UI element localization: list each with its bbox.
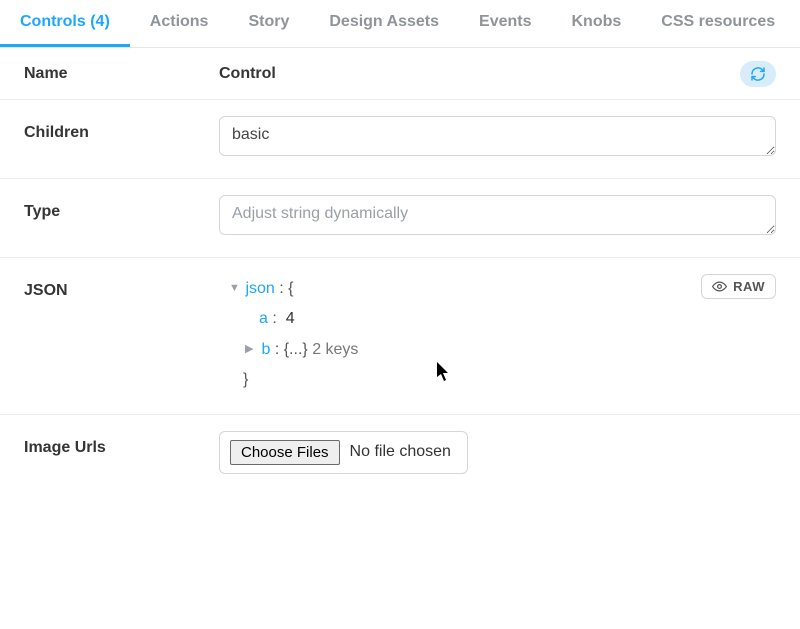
tab-knobs[interactable]: Knobs <box>552 0 642 47</box>
chevron-right-icon[interactable]: ▶ <box>245 339 257 360</box>
row-type: Type <box>0 179 800 258</box>
tab-design-assets[interactable]: Design Assets <box>309 0 459 47</box>
json-node-b[interactable]: ▶ b : {...} 2 keys <box>229 335 776 365</box>
chevron-down-icon[interactable]: ▼ <box>229 278 241 299</box>
label-type: Type <box>24 195 219 221</box>
children-input[interactable] <box>219 116 776 156</box>
tab-css-resources[interactable]: CSS resources <box>641 0 795 47</box>
controls-header: Name Control <box>0 48 800 100</box>
tab-controls[interactable]: Controls (4) <box>0 0 130 47</box>
type-input[interactable] <box>219 195 776 235</box>
file-status-text: No file chosen <box>350 443 451 461</box>
tab-actions[interactable]: Actions <box>130 0 229 47</box>
reset-controls-button[interactable] <box>740 61 776 87</box>
header-name: Name <box>24 65 219 83</box>
json-node-a[interactable]: a : 4 <box>229 304 776 334</box>
tab-events[interactable]: Events <box>459 0 551 47</box>
choose-files-button[interactable]: Choose Files <box>230 440 340 465</box>
addon-tabs: Controls (4) Actions Story Design Assets… <box>0 0 800 48</box>
label-children: Children <box>24 116 219 142</box>
sync-icon <box>750 66 766 82</box>
json-tree[interactable]: ▼ json : { a : 4 ▶ b : {...} 2 keys } <box>219 274 776 396</box>
label-image-urls: Image Urls <box>24 431 219 457</box>
image-urls-file-input[interactable]: Choose Files No file chosen <box>219 431 468 474</box>
tab-story[interactable]: Story <box>228 0 309 47</box>
row-image-urls: Image Urls Choose Files No file chosen <box>0 415 800 492</box>
row-json: JSON RAW ▼ json : { a : 4 <box>0 258 800 415</box>
row-children: Children <box>0 100 800 179</box>
label-json: JSON <box>24 274 219 300</box>
header-control: Control <box>219 65 276 83</box>
